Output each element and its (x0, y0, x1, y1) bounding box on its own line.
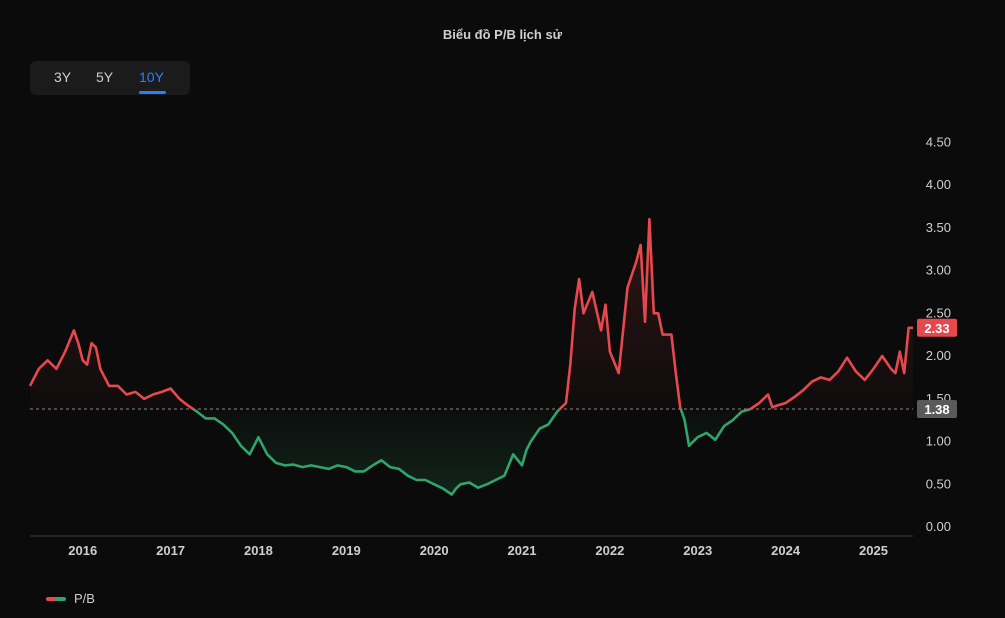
x-tick-label: 2022 (595, 543, 624, 558)
y-tick-label: 3.50 (926, 220, 951, 235)
y-tick-label: 4.00 (926, 177, 951, 192)
x-axis: 2016 2017 2018 2019 2020 2021 2022 2023 2024 2025 (68, 543, 888, 558)
area-below-reference (193, 409, 751, 495)
y-tick-label: 1.00 (926, 434, 951, 449)
y-tick-label: 0.00 (926, 519, 951, 534)
y-tick-label: 2.50 (926, 305, 951, 320)
pb-history-chart[interactable]: 0.000.501.001.502.002.503.003.504.004.50… (0, 0, 1005, 618)
y-tick-label: 0.50 (926, 476, 951, 491)
x-tick-label: 2020 (420, 543, 449, 558)
x-tick-label: 2016 (68, 543, 97, 558)
x-tick-label: 2023 (683, 543, 712, 558)
x-tick-label: 2018 (244, 543, 273, 558)
x-tick-label: 2019 (332, 543, 361, 558)
x-tick-label: 2025 (859, 543, 888, 558)
last-value-badge: 2.33 (924, 321, 949, 336)
x-tick-label: 2024 (771, 543, 801, 558)
legend-label: P/B (74, 591, 95, 606)
x-tick-label: 2021 (508, 543, 537, 558)
y-tick-label: 2.00 (926, 348, 951, 363)
y-tick-label: 4.50 (926, 134, 951, 149)
legend-swatch (46, 596, 66, 601)
chart-legend[interactable]: P/B (46, 591, 95, 606)
x-tick-label: 2017 (156, 543, 185, 558)
y-tick-label: 3.00 (926, 263, 951, 278)
reference-value-badge: 1.38 (924, 402, 949, 417)
